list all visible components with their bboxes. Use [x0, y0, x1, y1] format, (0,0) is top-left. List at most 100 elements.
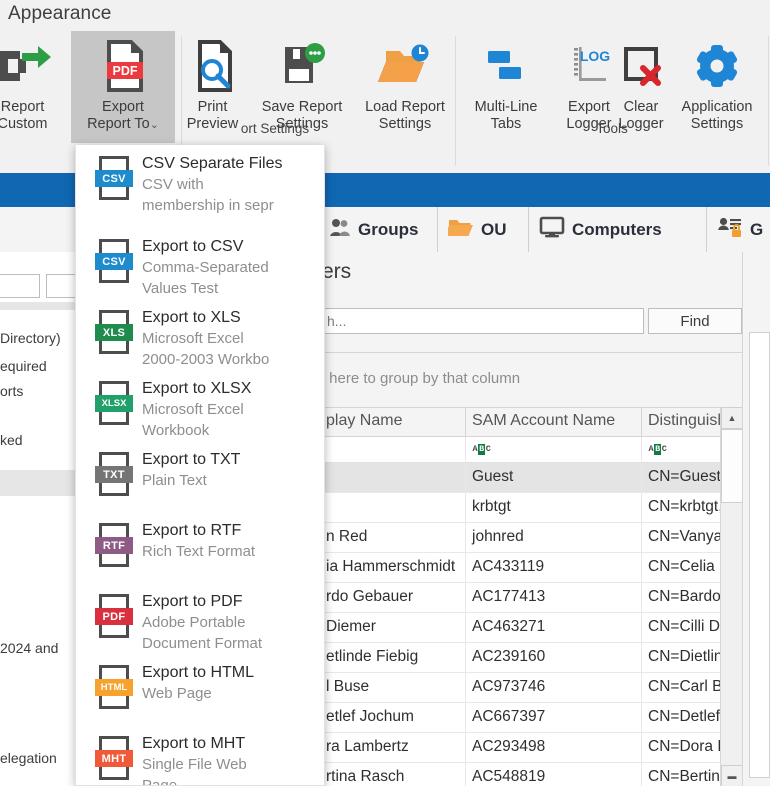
content-divider: [322, 352, 750, 353]
menu-item[interactable]: PDF Export to PDF Adobe Portable Document …: [76, 583, 324, 654]
cell-display-name: etlef Jochum: [322, 703, 466, 732]
cell-sam-account-name: AC463271: [466, 613, 642, 642]
column-header-display-name[interactable]: play Name: [322, 408, 466, 436]
table-row[interactable]: l Buse AC973746 CN=Carl Bus: [322, 673, 770, 703]
csv-file-icon: CSV: [86, 236, 142, 291]
cell-sam-account-name: Guest: [466, 463, 642, 492]
table-row[interactable]: rtina Rasch AC548819 CN=Bertina: [322, 763, 770, 786]
export-report-to-menu[interactable]: CSV CSV Separate Files CSV with membership…: [75, 145, 325, 786]
multiline-tabs-icon: [461, 37, 551, 99]
column-header-sam-account-name[interactable]: SAM Account Name: [466, 408, 642, 436]
cell-sam-account-name: AC667397: [466, 703, 642, 732]
group-by-drop-area[interactable]: r here to group by that column: [322, 362, 750, 402]
tab-gpo-label: G: [750, 219, 764, 239]
abc-filter-icon: ABC: [472, 444, 491, 455]
grid-rows: Guest CN=Guest,C krbtgt CN=krbtgt,C n Red joh…: [322, 463, 770, 786]
cell-display-name: l Buse: [322, 673, 466, 702]
main-content-area: ers h... Find r here to group by that co…: [322, 252, 770, 786]
menu-item-text: CSV Separate Files CSV with membership in…: [142, 153, 324, 220]
cell-display-name: [322, 463, 466, 492]
data-grid: play Name SAM Account Name Distinguished…: [322, 407, 770, 786]
menu-item-title: Export to CSV: [142, 238, 244, 255]
cell-display-name: n Red: [322, 523, 466, 552]
tab-ou-label: OU: [481, 219, 507, 239]
grid-vertical-scrollbar[interactable]: ▲ ▬: [720, 407, 743, 786]
table-row[interactable]: n Red johnred CN=Vanya S: [322, 523, 770, 553]
cell-sam-account-name: krbtgt: [466, 493, 642, 522]
tab-computers-label: Computers: [572, 219, 662, 239]
table-row[interactable]: etlef Jochum AC667397 CN=Detlef J: [322, 703, 770, 733]
application-window: Appearance Report Custom PDF Export Repo…: [0, 0, 770, 786]
table-row[interactable]: rdo Gebauer AC177413 CN=Bardo G: [322, 583, 770, 613]
menu-item-title: Export to XLS: [142, 309, 241, 326]
export-report-to-button[interactable]: PDF Export Report To⌄: [71, 31, 175, 143]
left-text-fragment: elegation: [0, 750, 57, 766]
export-arrow-icon: [0, 37, 75, 99]
menu-item-text: Export to HTML Web Page: [142, 662, 324, 717]
menu-item[interactable]: MHT Export to MHT Single File Web Page: [76, 725, 324, 786]
menu-item-text: Export to RTF Rich Text Format: [142, 520, 324, 575]
menu-item-subtitle: Microsoft Excel 2000-2003 Workbo: [142, 330, 270, 368]
cell-sam-account-name: AC973746: [466, 673, 642, 702]
left-text-fragment: ked: [0, 432, 23, 448]
menu-item[interactable]: XLSX Export to XLSX Microsoft Excel Workbo…: [76, 370, 324, 441]
menu-item-title: Export to RTF: [142, 522, 242, 539]
csv-file-icon: CSV: [86, 153, 142, 220]
menu-item[interactable]: HTML Export to HTML Web Page: [76, 654, 324, 725]
filter-cell-display-name[interactable]: [322, 437, 466, 462]
cell-sam-account-name: AC433119: [466, 553, 642, 582]
left-field-a[interactable]: [0, 274, 40, 298]
xlsx-file-icon: XLSX: [86, 378, 142, 433]
menu-item-text: Export to CSV Comma-Separated Values Test: [142, 236, 324, 297]
scrollbar-thumb[interactable]: [721, 429, 743, 503]
table-row[interactable]: Guest CN=Guest,C: [322, 463, 770, 493]
tab-groups[interactable]: Groups: [318, 207, 438, 252]
menu-item-subtitle: Web Page: [142, 685, 212, 702]
menu-item-subtitle: Single File Web Page: [142, 756, 247, 786]
export-report-to-label: Export Report To⌄: [71, 99, 175, 134]
menu-item-subtitle: Microsoft Excel Workbook: [142, 401, 244, 439]
grid-filter-row: ABC ABC: [322, 437, 770, 463]
mht-file-icon: MHT: [86, 733, 142, 785]
tab-gpo[interactable]: G: [707, 207, 770, 252]
table-row[interactable]: etlinde Fiebig AC239160 CN=Dietlinde: [322, 643, 770, 673]
table-row[interactable]: ra Lambertz AC293498 CN=Dora La: [322, 733, 770, 763]
user-group-icon: [329, 216, 351, 243]
menu-item[interactable]: XLS Export to XLS Microsoft Excel 2000-200…: [76, 299, 324, 370]
tab-computers[interactable]: Computers: [529, 207, 707, 252]
tab-ou[interactable]: OU: [438, 207, 529, 252]
scroll-up-arrow-icon[interactable]: ▲: [721, 407, 743, 429]
cell-display-name: Diemer: [322, 613, 466, 642]
chevron-down-icon[interactable]: ⌄: [150, 119, 159, 131]
menu-item[interactable]: CSV Export to CSV Comma-Separated Values T…: [76, 228, 324, 299]
export-report-to-text: Export Report To: [87, 99, 150, 132]
right-rail-inner: [749, 332, 770, 778]
table-row[interactable]: ia Hammerschmidt AC433119 CN=Celia Ha: [322, 553, 770, 583]
cell-sam-account-name: AC293498: [466, 733, 642, 762]
menu-item-title: Export to HTML: [142, 664, 255, 681]
menu-item[interactable]: RTF Export to RTF Rich Text Format: [76, 512, 324, 583]
menu-item[interactable]: TXT Export to TXT Plain Text: [76, 441, 324, 512]
scroll-down-arrow-icon[interactable]: ▬: [721, 765, 743, 786]
filter-cell-sam-account-name[interactable]: ABC: [466, 437, 642, 462]
menu-item-text: Export to MHT Single File Web Page: [142, 733, 324, 786]
menu-item[interactable]: CSV CSV Separate Files CSV with membership…: [76, 145, 324, 228]
find-button[interactable]: Find: [648, 308, 742, 334]
search-input[interactable]: h...: [322, 308, 644, 334]
cell-display-name: [322, 493, 466, 522]
cell-sam-account-name: johnred: [466, 523, 642, 552]
table-row[interactable]: krbtgt CN=krbtgt,C: [322, 493, 770, 523]
menu-item-subtitle: CSV with membership in sepr: [142, 176, 274, 214]
table-row[interactable]: Diemer AC463271 CN=Cilli Dien: [322, 613, 770, 643]
monitor-icon: [539, 216, 565, 243]
left-text-fragment: equired: [0, 358, 47, 374]
rtf-file-icon: RTF: [86, 520, 142, 575]
cell-sam-account-name: AC548819: [466, 763, 642, 786]
svg-text:PDF: PDF: [113, 64, 138, 78]
left-text-fragment: Directory): [0, 330, 61, 346]
cell-display-name: rtina Rasch: [322, 763, 466, 786]
save-report-custom-button[interactable]: Report Custom: [0, 31, 75, 143]
ribbon-tab-appearance[interactable]: Appearance: [8, 3, 111, 25]
txt-file-icon: TXT: [86, 449, 142, 504]
load-report-settings-button[interactable]: Load Report Settings: [354, 31, 456, 143]
